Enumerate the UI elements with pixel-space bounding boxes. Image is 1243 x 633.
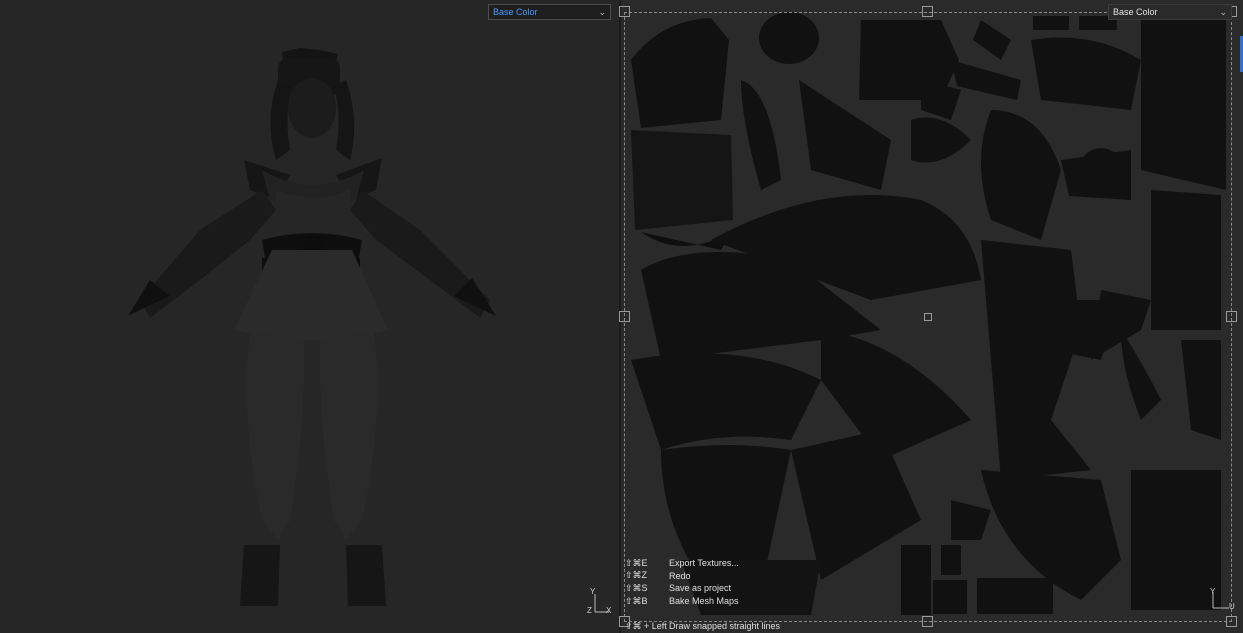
- shortcut-keys: ⇧⌘S: [625, 582, 648, 593]
- shortcut-action: Redo: [669, 570, 691, 581]
- channel-dropdown-2d-value: Base Color: [1113, 7, 1158, 17]
- shortcut-keys: ⇧⌘Z: [625, 570, 648, 581]
- viewport-3d[interactable]: Base Color ⌄ Y Z X: [0, 0, 619, 633]
- hint-keys: ⇧⌘ + Left: [625, 621, 667, 631]
- chevron-down-icon: ⌄: [1219, 7, 1227, 17]
- shortcut-action: Bake Mesh Maps: [669, 596, 739, 607]
- shortcut-keys: ⇧⌘B: [625, 595, 648, 606]
- axis-label-x: X: [606, 606, 612, 615]
- shortcut-action: Export Textures...: [669, 558, 739, 569]
- axis-label-z: Z: [587, 606, 592, 615]
- shortcut-redo: ⇧⌘Z Redo: [625, 570, 739, 583]
- hint-action: Draw snapped straight lines: [669, 621, 781, 631]
- uv-handle-right[interactable]: [1226, 311, 1237, 322]
- uv-handle-top[interactable]: [922, 6, 933, 17]
- channel-dropdown-3d-value: Base Color: [493, 7, 538, 17]
- channel-dropdown-2d[interactable]: Base Color ⌄: [1108, 4, 1232, 20]
- shortcut-keys: ⇧⌘E: [625, 557, 648, 568]
- chevron-down-icon: ⌄: [598, 7, 606, 17]
- uv-handle-left[interactable]: [619, 311, 630, 322]
- channel-dropdown-3d[interactable]: Base Color ⌄: [488, 4, 611, 20]
- shortcut-save-as-project: ⇧⌘S Save as project: [625, 582, 739, 595]
- status-hint: ⇧⌘ + Left Draw snapped straight lines: [625, 621, 780, 632]
- uv-handle-center[interactable]: [924, 313, 932, 321]
- axis-label-y-2d: Y: [1210, 587, 1216, 596]
- uv-handle-bottom-right[interactable]: [1226, 616, 1237, 627]
- shortcut-bake-mesh-maps: ⇧⌘B Bake Mesh Maps: [625, 595, 739, 608]
- uv-handle-top-left[interactable]: [619, 6, 630, 17]
- uv-handle-bottom[interactable]: [922, 616, 933, 627]
- character-model: [128, 48, 496, 606]
- shortcut-export-textures: ⇧⌘E Export Textures...: [625, 557, 739, 570]
- shortcut-list: ⇧⌘E Export Textures... ⇧⌘Z Redo ⇧⌘S Save…: [625, 557, 739, 607]
- shortcut-action: Save as project: [669, 583, 732, 594]
- axis-label-y: Y: [590, 587, 596, 596]
- axis-label-u: U: [1229, 602, 1235, 611]
